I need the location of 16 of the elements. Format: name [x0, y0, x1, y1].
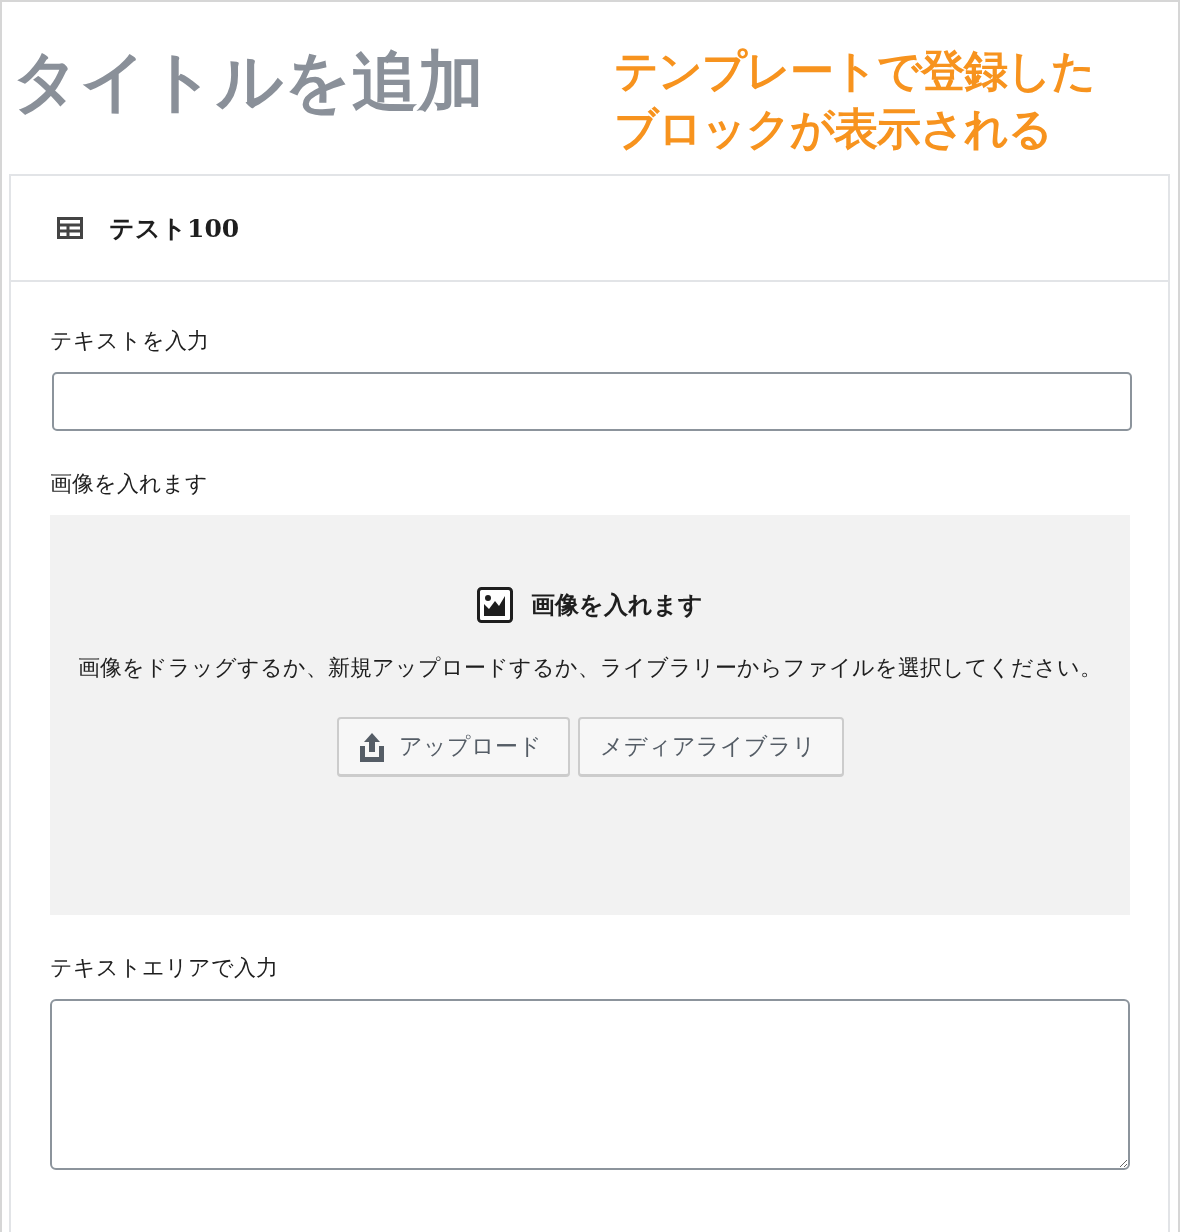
annotation-text: テンプレートで登録した: [614, 44, 1095, 98]
textarea-field[interactable]: [50, 999, 1130, 1170]
annotation-text: ブロックが表示される: [614, 102, 1053, 156]
field-label: テキストを入力: [50, 327, 209, 355]
text-input-field[interactable]: [52, 372, 1132, 431]
image-icon: [477, 587, 513, 623]
media-library-button[interactable]: メディアライブラリ: [577, 717, 844, 777]
placeholder-title: 画像を入れます: [531, 590, 703, 621]
table-icon: [57, 217, 83, 239]
title-field[interactable]: タイトルを追加: [12, 36, 562, 126]
block-title: テスト100: [109, 212, 240, 245]
upload-button[interactable]: アップロード: [336, 717, 570, 777]
field-label: 画像を入れます: [50, 470, 208, 498]
field-label: テキストエリアで入力: [50, 954, 278, 982]
upload-icon: [358, 731, 385, 762]
instructions-text: 画像をドラッグするか、新規アップロードするか、ライブラリーからファイルを選択してください。: [77, 654, 1103, 682]
